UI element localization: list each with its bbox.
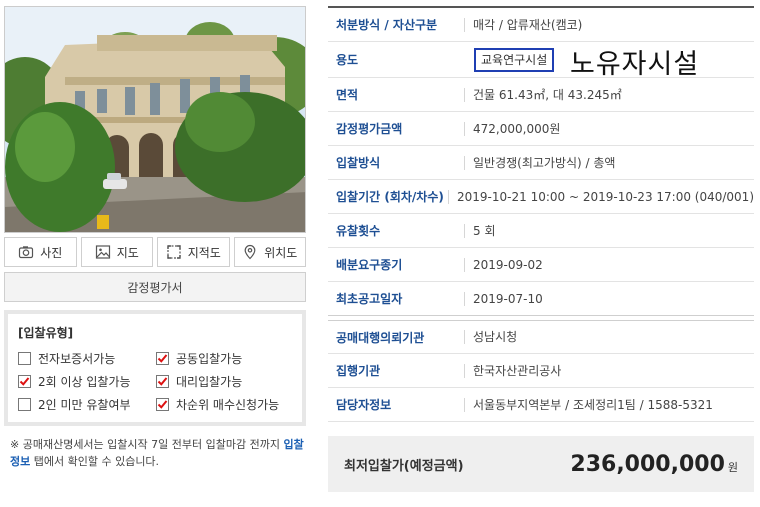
info-value: 서울동부지역본부 / 조세정리1팀 / 1588-5321 — [464, 397, 754, 412]
info-row-disposal: 처분방식 / 자산구분 매각 / 압류재산(캠코) — [328, 8, 754, 42]
cadastral-map-icon — [166, 244, 182, 260]
info-label: 집행기관 — [336, 364, 381, 378]
min-bid-price-box: 최저입찰가(예정금액) 236,000,000 원 — [328, 436, 754, 492]
cadastral-map-button[interactable]: 지적도 — [157, 237, 230, 267]
property-photo[interactable] — [4, 6, 306, 233]
handwritten-annotation: 노유자시설 — [570, 49, 700, 80]
info-value: 2019-09-02 — [464, 257, 754, 272]
cadastral-map-button-label: 지적도 — [187, 245, 221, 260]
checkmark-icon — [19, 377, 30, 386]
checkbox-checked — [18, 375, 31, 388]
appraisal-report-label: 감정평가서 — [127, 280, 183, 295]
bid-type-options: 전자보증서가능 공동입찰가능 2회 이상 입찰가능 대리입찰가능 2인 미만 유… — [18, 350, 292, 413]
info-row-bid-method: 입찰방식 일반경쟁(최고가방식) / 총액 — [328, 146, 754, 180]
info-label: 면적 — [336, 88, 359, 102]
appraisal-report-button[interactable]: 감정평가서 — [4, 272, 306, 302]
info-row-failed-count: 유찰횟수 5 회 — [328, 214, 754, 248]
bid-option-label: 대리입찰가능 — [176, 375, 243, 389]
info-value: 성남시청 — [464, 330, 754, 344]
info-label: 담당자정보 — [336, 398, 392, 412]
info-value: 2019-07-10 — [464, 291, 754, 306]
location-map-button-label: 위치도 — [264, 245, 298, 260]
info-value: 건물 61.43㎡, 대 43.245㎡ — [464, 87, 754, 102]
info-label: 최초공고일자 — [336, 292, 403, 306]
info-row-bid-period: 입찰기간 (회차/차수) 2019-10-21 10:00 ~ 2019-10-… — [328, 180, 754, 214]
left-panel: 사진 지도 지적도 위치도 감정평가서 [입찰유형] 전자보증서가능 공동입찰가… — [4, 6, 306, 470]
bid-option: 대리입찰가능 — [156, 373, 286, 390]
map-button-label: 지도 — [116, 245, 139, 260]
info-label: 처분방식 / 자산구분 — [336, 18, 438, 32]
checkbox-unchecked — [18, 352, 31, 365]
checkbox-checked — [156, 352, 169, 365]
info-label: 배분요구종기 — [336, 258, 403, 272]
info-value: 매각 / 압류재산(캠코) — [464, 17, 754, 32]
photo-button[interactable]: 사진 — [4, 237, 77, 267]
image-icon — [95, 244, 111, 260]
checkbox-checked — [156, 398, 169, 411]
usage-highlight-box: 교육연구시설 — [474, 47, 555, 72]
checkbox-checked — [156, 375, 169, 388]
info-label: 공매대행의뢰기관 — [336, 330, 425, 345]
info-row-first-notice: 최초공고일자 2019-07-10 — [328, 282, 754, 316]
min-bid-price-label: 최저입찰가(예정금액) — [344, 458, 464, 474]
bid-option: 2인 미만 유찰여부 — [18, 396, 156, 413]
info-label: 용도 — [336, 53, 359, 67]
bid-type-title: [입찰유형] — [18, 326, 74, 340]
map-button[interactable]: 지도 — [80, 237, 153, 267]
bid-type-box: [입찰유형] 전자보증서가능 공동입찰가능 2회 이상 입찰가능 대리입찰가능 … — [4, 310, 306, 426]
info-row-executor: 집행기관 한국자산관리공사 — [328, 354, 754, 388]
info-label: 유찰횟수 — [336, 224, 381, 238]
info-row-appraisal-price: 감정평가금액 472,000,000원 — [328, 112, 754, 146]
bid-option-label: 공동입찰가능 — [176, 352, 243, 366]
photo-button-row: 사진 지도 지적도 위치도 — [4, 237, 306, 267]
bid-option-label: 전자보증서가능 — [38, 352, 116, 366]
min-bid-price-number: 236,000,000 — [570, 451, 725, 477]
building-photo-illustration — [5, 7, 305, 232]
location-map-button[interactable]: 위치도 — [233, 237, 306, 267]
bid-option-label: 2인 미만 유찰여부 — [38, 398, 131, 412]
info-value: 472,000,000원 — [464, 121, 754, 136]
checkmark-icon — [157, 354, 168, 363]
bid-option: 공동입찰가능 — [156, 350, 286, 367]
notice-text: ※ 공매재산명세서는 입찰시작 7일 전부터 입찰마감 전까지 입찰정보 탭에서… — [4, 436, 304, 470]
bid-option-label: 차순위 매수신청가능 — [176, 398, 280, 412]
info-value: 5 회 — [464, 223, 754, 238]
notice-before: ※ 공매재산명세서는 입찰시작 7일 전부터 입찰마감 전까지 — [10, 438, 284, 451]
info-value: 일반경쟁(최고가방식) / 총액 — [464, 155, 754, 170]
location-pin-icon — [242, 244, 258, 260]
min-bid-price-unit: 원 — [727, 460, 738, 474]
bid-option: 2회 이상 입찰가능 — [18, 373, 156, 390]
info-label: 감정평가금액 — [336, 122, 403, 136]
checkmark-icon — [157, 377, 168, 386]
photo-button-label: 사진 — [40, 245, 63, 260]
info-label: 입찰기간 (회차/차수) — [336, 190, 444, 204]
info-row-agency: 공매대행의뢰기관 성남시청 — [328, 320, 754, 354]
bid-option: 차순위 매수신청가능 — [156, 396, 286, 413]
info-row-area: 면적 건물 61.43㎡, 대 43.245㎡ — [328, 78, 754, 112]
camera-icon — [18, 244, 34, 260]
bid-option: 전자보증서가능 — [18, 350, 156, 367]
info-value: 2019-10-21 10:00 ~ 2019-10-23 17:00 (040… — [448, 189, 754, 204]
checkbox-unchecked — [18, 398, 31, 411]
info-value: 한국자산관리공사 — [464, 363, 754, 378]
bid-option-label: 2회 이상 입찰가능 — [38, 375, 131, 389]
notice-after: 탭에서 확인할 수 있습니다. — [30, 455, 160, 468]
checkmark-icon — [157, 400, 168, 409]
info-row-contact: 담당자정보 서울동부지역본부 / 조세정리1팀 / 1588-5321 — [328, 388, 754, 422]
min-bid-price-value: 236,000,000 원 — [570, 452, 738, 477]
info-row-distribution-deadline: 배분요구종기 2019-09-02 — [328, 248, 754, 282]
info-label: 입찰방식 — [336, 156, 381, 170]
